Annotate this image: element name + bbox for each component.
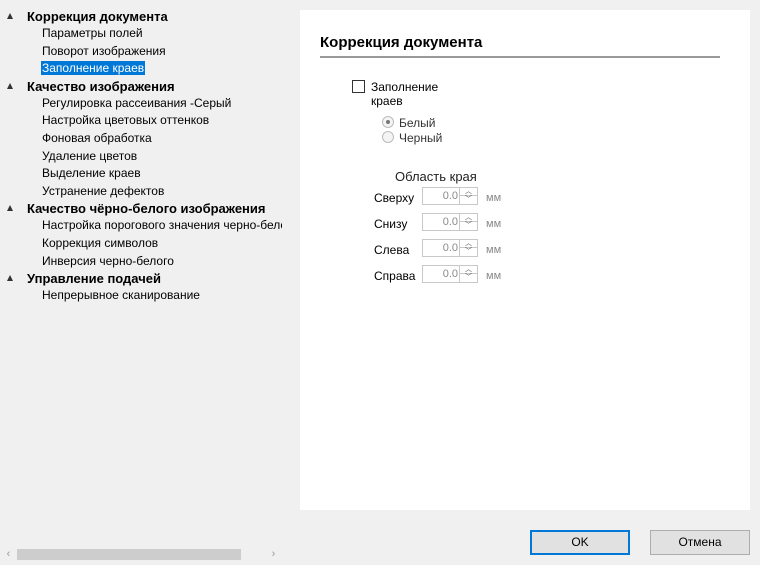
tree-group-header[interactable]: Качество изображения [0,78,282,95]
spin-up-icon[interactable]: ︿ [460,188,477,196]
tree-group-label[interactable]: Управление подачей [27,270,161,287]
radio-white-label[interactable]: Белый [399,116,435,130]
tree-group-header[interactable]: Управление подачей [0,270,282,287]
collapse-triangle-icon[interactable] [7,205,13,212]
tree-item-character-correction[interactable]: Коррекция символов [0,235,282,253]
tree-item-margin-settings[interactable]: Параметры полей [0,25,282,43]
spin-down-icon[interactable]: ﹀ [460,274,477,282]
tree-group-image-quality: Качество изображения Регулировка рассеив… [0,78,282,201]
ok-button[interactable]: OK [530,530,630,555]
tree-group-bw-quality: Качество чёрно-белого изображения Настро… [0,200,282,270]
settings-tree: Коррекция документа Параметры полей Пово… [0,8,282,544]
settings-panel: Коррекция документа Заполнение краев Бел… [300,10,750,510]
top-margin-value[interactable]: 0.0 [423,188,458,204]
cancel-button[interactable]: Отмена [650,530,750,555]
tree-item-color-tones[interactable]: Настройка цветовых оттенков [0,112,282,130]
unit-label: мм [486,192,502,204]
spin-down-icon[interactable]: ﹀ [460,196,477,204]
right-margin-spinbox[interactable]: 0.0 ︿ ﹀ [422,265,478,283]
collapse-triangle-icon[interactable] [7,82,13,89]
right-margin-value[interactable]: 0.0 [423,266,458,282]
tree-group-document-correction: Коррекция документа Параметры полей Пово… [0,8,282,78]
tree-item-edge-fill[interactable]: Заполнение краев [0,60,282,78]
tree-item-diffusion-gray[interactable]: Регулировка рассеивания -Серый [0,95,282,113]
tree-group-header[interactable]: Коррекция документа [0,8,282,25]
edge-fill-checkbox[interactable] [352,80,365,93]
tree-group-label[interactable]: Коррекция документа [27,8,168,25]
tree-horizontal-scrollbar[interactable]: ‹ › [0,546,282,563]
tree-group-feed-control: Управление подачей Непрерывное сканирова… [0,270,282,305]
tree-item-edge-emphasis[interactable]: Выделение краев [0,165,282,183]
tree-item-defect-removal[interactable]: Устранение дефектов [0,183,282,201]
field-row-right: Справа 0.0 ︿ ﹀ мм [374,265,544,285]
scroll-right-icon[interactable]: › [265,546,282,563]
radio-black[interactable] [382,131,394,143]
scrollbar-thumb[interactable] [17,549,241,560]
title-divider [320,56,720,58]
collapse-triangle-icon[interactable] [7,275,13,282]
tree-group-header[interactable]: Качество чёрно-белого изображения [0,200,282,217]
radio-black-label[interactable]: Черный [399,131,442,145]
field-row-left: Слева 0.0 ︿ ﹀ мм [374,239,544,259]
tree-group-label[interactable]: Качество изображения [27,78,175,95]
field-label-left: Слева [374,243,410,257]
tree-item-bw-inversion[interactable]: Инверсия черно-белого [0,253,282,271]
tree-item-image-rotation[interactable]: Поворот изображения [0,43,282,61]
edge-area-title: Область края [395,169,477,184]
tree-item-background-processing[interactable]: Фоновая обработка [0,130,282,148]
spin-down-icon[interactable]: ﹀ [460,248,477,256]
unit-label: мм [486,244,502,256]
spin-down-icon[interactable]: ﹀ [460,222,477,230]
left-margin-value[interactable]: 0.0 [423,240,458,256]
top-margin-spinbox[interactable]: 0.0 ︿ ﹀ [422,187,478,205]
unit-label: мм [486,218,502,230]
spin-up-icon[interactable]: ︿ [460,240,477,248]
tree-item-bw-threshold[interactable]: Настройка порогового значения черно-бело… [0,217,282,235]
tree-item-continuous-scan[interactable]: Непрерывное сканирование [0,287,282,305]
left-margin-spinbox[interactable]: 0.0 ︿ ﹀ [422,239,478,257]
spin-up-icon[interactable]: ︿ [460,266,477,274]
bottom-margin-spinbox[interactable]: 0.0 ︿ ﹀ [422,213,478,231]
spin-up-icon[interactable]: ︿ [460,214,477,222]
bottom-margin-value[interactable]: 0.0 [423,214,458,230]
collapse-triangle-icon[interactable] [7,13,13,19]
edge-fill-checkbox-label[interactable]: Заполнение краев [371,80,438,108]
field-label-bottom: Снизу [374,217,408,231]
field-label-top: Сверху [374,191,415,205]
radio-white[interactable] [382,116,394,128]
panel-title: Коррекция документа [320,34,483,51]
field-label-right: Справа [374,269,416,283]
tree-item-color-removal[interactable]: Удаление цветов [0,148,282,166]
scroll-left-icon[interactable]: ‹ [0,546,17,563]
tree-group-label[interactable]: Качество чёрно-белого изображения [27,200,265,217]
field-row-top: Сверху 0.0 ︿ ﹀ мм [374,187,544,207]
unit-label: мм [486,270,502,282]
field-row-bottom: Снизу 0.0 ︿ ﹀ мм [374,213,544,233]
